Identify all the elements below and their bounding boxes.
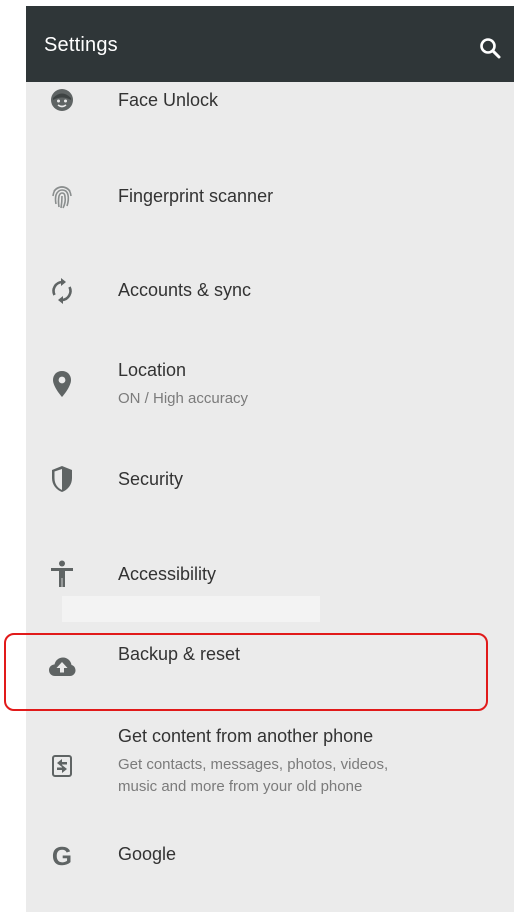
settings-item-get-content[interactable]: Get content from another phone Get conta… <box>26 722 514 812</box>
sync-icon <box>48 277 76 305</box>
accessibility-icon <box>48 560 76 588</box>
redacted-area <box>62 596 320 622</box>
phone-transfer-icon <box>48 752 76 780</box>
settings-item-fingerprint[interactable]: Fingerprint scanner <box>26 162 514 232</box>
settings-item-google[interactable]: G Google <box>26 830 514 890</box>
settings-item-subtitle: Get contacts, messages, photos, videos, … <box>118 756 389 795</box>
google-g-icon: G <box>51 840 73 871</box>
shield-icon <box>48 465 76 493</box>
settings-item-label: Location <box>118 360 187 380</box>
face-icon <box>48 86 76 114</box>
settings-item-label: Get content from another phone <box>118 726 374 746</box>
location-pin-icon <box>48 370 76 398</box>
settings-item-security[interactable]: Security <box>26 444 514 514</box>
settings-item-accounts[interactable]: Accounts & sync <box>26 258 514 328</box>
settings-item-label: Google <box>118 844 177 864</box>
settings-list: Face Unlock Fingerprint scanner Accounts… <box>26 82 514 912</box>
page-title: Settings <box>44 34 118 56</box>
search-icon[interactable] <box>474 32 506 64</box>
app-bar: Settings <box>26 6 514 82</box>
settings-item-face-unlock[interactable]: Face Unlock <box>26 82 514 128</box>
settings-item-label: Accounts & sync <box>118 280 252 300</box>
settings-item-label: Fingerprint scanner <box>118 186 274 206</box>
highlight-outline <box>4 633 488 711</box>
settings-item-subtitle: ON / High accuracy <box>118 390 249 407</box>
settings-item-location[interactable]: Location ON / High accuracy <box>26 344 514 424</box>
fingerprint-icon <box>48 182 76 210</box>
settings-item-label: Accessibility <box>118 564 217 584</box>
settings-screen: Settings Face Unlock Fingerprint scanner… <box>0 0 522 912</box>
settings-item-label: Security <box>118 469 184 489</box>
settings-item-label: Face Unlock <box>118 90 219 110</box>
